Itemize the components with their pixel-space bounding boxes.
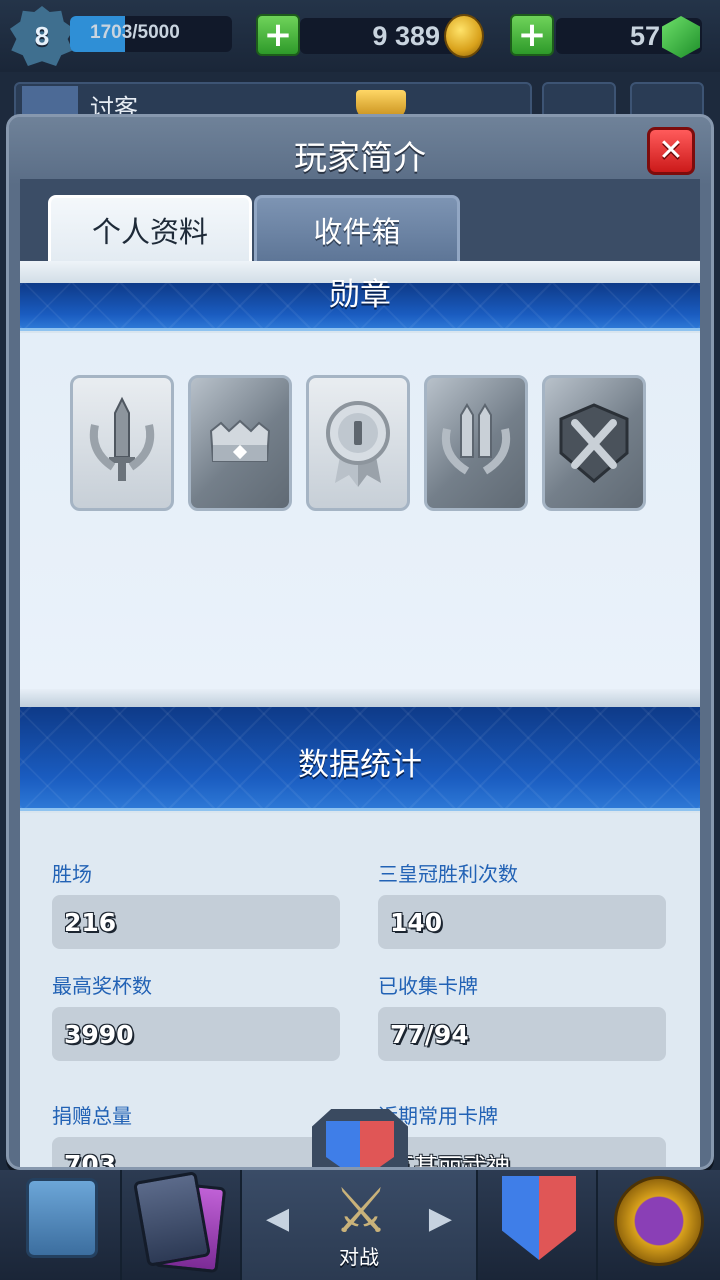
modal-header: 玩家简介 ✕ [9, 117, 711, 185]
stat-value: 瓦基丽武神 [378, 1137, 666, 1167]
profile-content[interactable]: 勋章 数据统计 胜场 216 三皇冠胜利次数 140 最高奖杯数 3990 已收… [20, 261, 700, 1167]
gold-counter: 9 389 [300, 14, 484, 58]
stat-value: 703 [52, 1137, 340, 1167]
medal-icon [326, 401, 390, 487]
stat-three-crown-wins: 三皇冠胜利次数 140 [378, 859, 666, 949]
badge-crown[interactable] [188, 375, 292, 511]
level-badge[interactable]: 8 [10, 6, 74, 66]
badges-section-title: 勋章 [329, 277, 391, 313]
player-profile-modal: 玩家简介 ✕ 个人资料 收件箱 勋章 数据统计 胜场 216 三皇冠胜利次数 1… [6, 114, 714, 1170]
gold-coin-icon [444, 14, 484, 58]
stat-value: 216 [52, 895, 340, 949]
close-button[interactable]: ✕ [647, 127, 695, 175]
badges-header: 勋章 [20, 277, 700, 331]
stat-label: 胜场 [52, 862, 92, 886]
stats-section-title: 数据统计 [298, 747, 422, 783]
top-resource-bar: 8 1703/5000 9 389 + 57 + [0, 0, 720, 72]
tournament-icon [614, 1176, 704, 1266]
crossed-swords-shield-icon [559, 403, 629, 483]
close-icon: ✕ [658, 133, 684, 168]
add-gold-button[interactable]: + [256, 14, 300, 56]
nav-battle[interactable]: ◀ ⚔ ▶ 对战 [242, 1170, 478, 1280]
badge-medal[interactable] [306, 375, 410, 511]
arena-shield-icon [326, 1121, 394, 1167]
stat-highest-trophies: 最高奖杯数 3990 [52, 971, 340, 1061]
stats-header: 数据统计 [20, 707, 700, 811]
stat-label: 三皇冠胜利次数 [378, 862, 518, 886]
stat-cards-found: 已收集卡牌 77/94 [378, 971, 666, 1061]
crossed-swords-icon: ⚔ [333, 1174, 389, 1247]
level-number: 8 [34, 20, 50, 51]
stat-total-donations: 捐赠总量 703 [52, 1101, 340, 1167]
stat-label: 捐赠总量 [52, 1104, 132, 1128]
stat-value: 3990 [52, 1007, 340, 1061]
stat-favourite-card: 近期常用卡牌 瓦基丽武神 [378, 1101, 666, 1167]
nav-battle-label: 对战 [339, 1245, 379, 1269]
gem-counter: 57 [556, 16, 702, 58]
nav-tournaments[interactable] [598, 1170, 720, 1280]
section-divider [20, 689, 700, 709]
gem-value: 57 [629, 21, 660, 51]
sword-laurel-icon [89, 396, 155, 481]
arrow-right-icon[interactable]: ▶ [429, 1204, 452, 1234]
gold-value: 9 389 [372, 21, 440, 51]
plus-icon: + [517, 15, 547, 55]
modal-title: 玩家简介 [294, 138, 426, 177]
badge-swords-laurel[interactable] [424, 375, 528, 511]
stat-value: 140 [378, 895, 666, 949]
add-gems-button[interactable]: + [510, 14, 554, 56]
gem-icon [662, 16, 700, 58]
chest-icon [26, 1178, 98, 1258]
crown-icon [209, 419, 271, 462]
tab-profile[interactable]: 个人资料 [48, 195, 252, 261]
stat-label: 已收集卡牌 [378, 974, 478, 998]
clan-shield-icon [502, 1176, 576, 1260]
plus-icon: + [263, 15, 293, 55]
tab-inbox[interactable]: 收件箱 [254, 195, 460, 261]
badges-area [20, 333, 700, 703]
badge-sword-laurel[interactable] [70, 375, 174, 511]
stat-value: 77/94 [378, 1007, 666, 1061]
arena-badge-icon [312, 1109, 408, 1167]
nav-cards[interactable] [122, 1170, 242, 1280]
nav-shop[interactable] [0, 1170, 122, 1280]
xp-bar: 1703/5000 [70, 16, 232, 52]
xp-text: 1703/5000 [90, 22, 180, 43]
swords-laurel-icon [442, 403, 510, 475]
arrow-left-icon[interactable]: ◀ [266, 1204, 289, 1234]
badge-crossed-swords-shield[interactable] [542, 375, 646, 511]
bottom-navigation: ◀ ⚔ ▶ 对战 [0, 1170, 720, 1280]
tab-bar: 个人资料 收件箱 [20, 179, 700, 265]
stat-label: 近期常用卡牌 [378, 1104, 498, 1128]
nav-clan[interactable] [478, 1170, 598, 1280]
stat-wins: 胜场 216 [52, 859, 340, 949]
stat-label: 最高奖杯数 [52, 974, 152, 998]
